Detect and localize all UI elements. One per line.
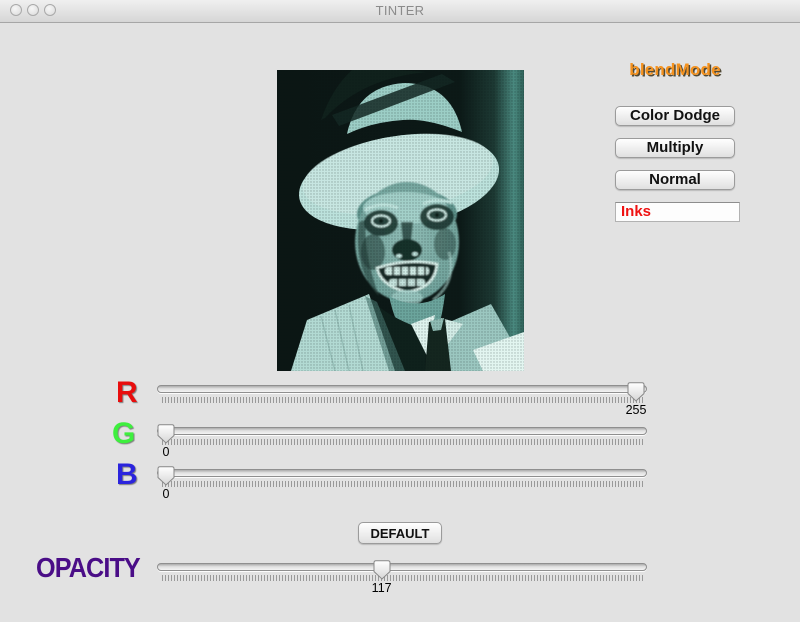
opacity-slider-thumb[interactable] — [373, 560, 391, 580]
normal-button[interactable]: Normal — [615, 170, 735, 190]
color-dodge-button[interactable]: Color Dodge — [615, 106, 735, 126]
green-slider-ticks — [162, 439, 644, 445]
title-bar[interactable]: TINTER — [0, 0, 800, 23]
opacity-slider-ticks — [162, 575, 644, 581]
inks-field[interactable]: Inks — [615, 202, 740, 222]
red-value-label: 255 — [616, 403, 656, 417]
blue-channel-label: B — [116, 460, 138, 490]
green-slider-thumb[interactable] — [157, 424, 175, 444]
default-button[interactable]: DEFAULT — [358, 522, 442, 544]
blue-value-label: 0 — [146, 487, 186, 501]
red-slider-track[interactable] — [157, 385, 647, 393]
opacity-slider-track[interactable] — [157, 563, 647, 571]
window-title: TINTER — [0, 0, 800, 22]
red-channel-label: R — [116, 378, 138, 408]
green-channel-label: G — [112, 419, 135, 449]
inks-field-text: Inks — [621, 203, 651, 220]
tinter-window: TINTER — [0, 0, 800, 622]
opacity-value-label: 117 — [362, 581, 402, 595]
blue-slider-thumb[interactable] — [157, 466, 175, 486]
red-slider-thumb[interactable] — [627, 382, 645, 402]
red-slider-ticks — [162, 397, 644, 403]
green-slider-track[interactable] — [157, 427, 647, 435]
blendmode-title: blendMode — [615, 60, 735, 80]
multiply-button[interactable]: Multiply — [615, 138, 735, 158]
blue-slider-track[interactable] — [157, 469, 647, 477]
tinted-portrait-image — [277, 70, 524, 371]
opacity-label: OPACITY — [36, 553, 140, 583]
blue-slider-ticks — [162, 481, 644, 487]
green-value-label: 0 — [146, 445, 186, 459]
